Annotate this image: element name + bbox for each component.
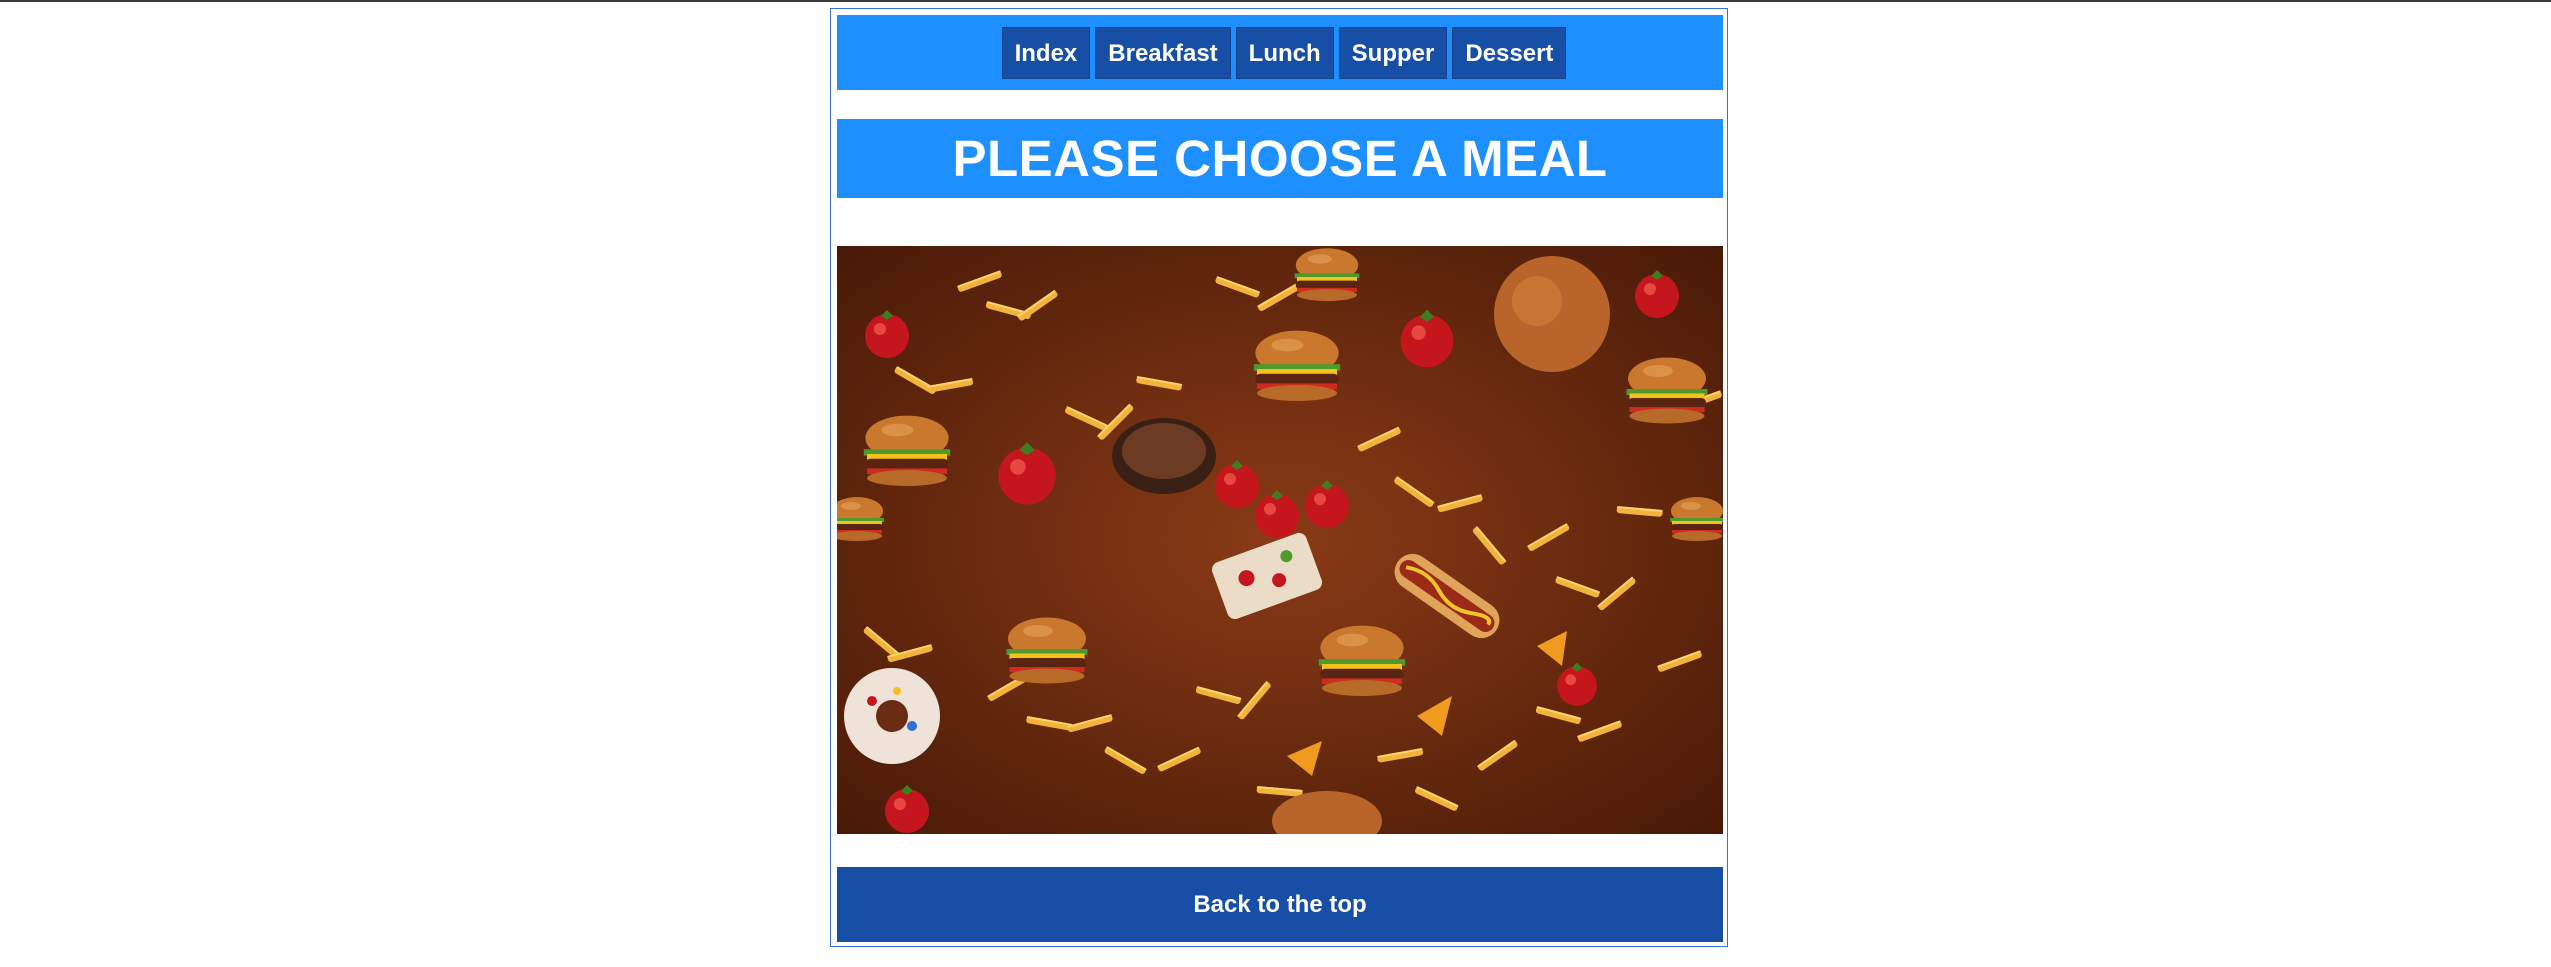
page-container: Index Breakfast Lunch Supper Dessert PLE… [830,8,1728,947]
fast-food-illustration [837,246,1723,834]
nav-link-dessert[interactable]: Dessert [1452,26,1567,79]
page-title: PLEASE CHOOSE A MEAL [837,119,1723,198]
nav-link-supper[interactable]: Supper [1338,26,1448,79]
fast-food-image [837,246,1723,834]
nav-link-breakfast[interactable]: Breakfast [1095,26,1231,79]
nav-bar: Index Breakfast Lunch Supper Dessert [837,15,1723,90]
nav-link-lunch[interactable]: Lunch [1235,26,1334,79]
nav-link-index[interactable]: Index [1001,26,1091,79]
back-to-top-button[interactable]: Back to the top [837,867,1723,942]
top-border [0,0,2551,2]
nav-menu: Index Breakfast Lunch Supper Dessert [1001,26,1567,79]
